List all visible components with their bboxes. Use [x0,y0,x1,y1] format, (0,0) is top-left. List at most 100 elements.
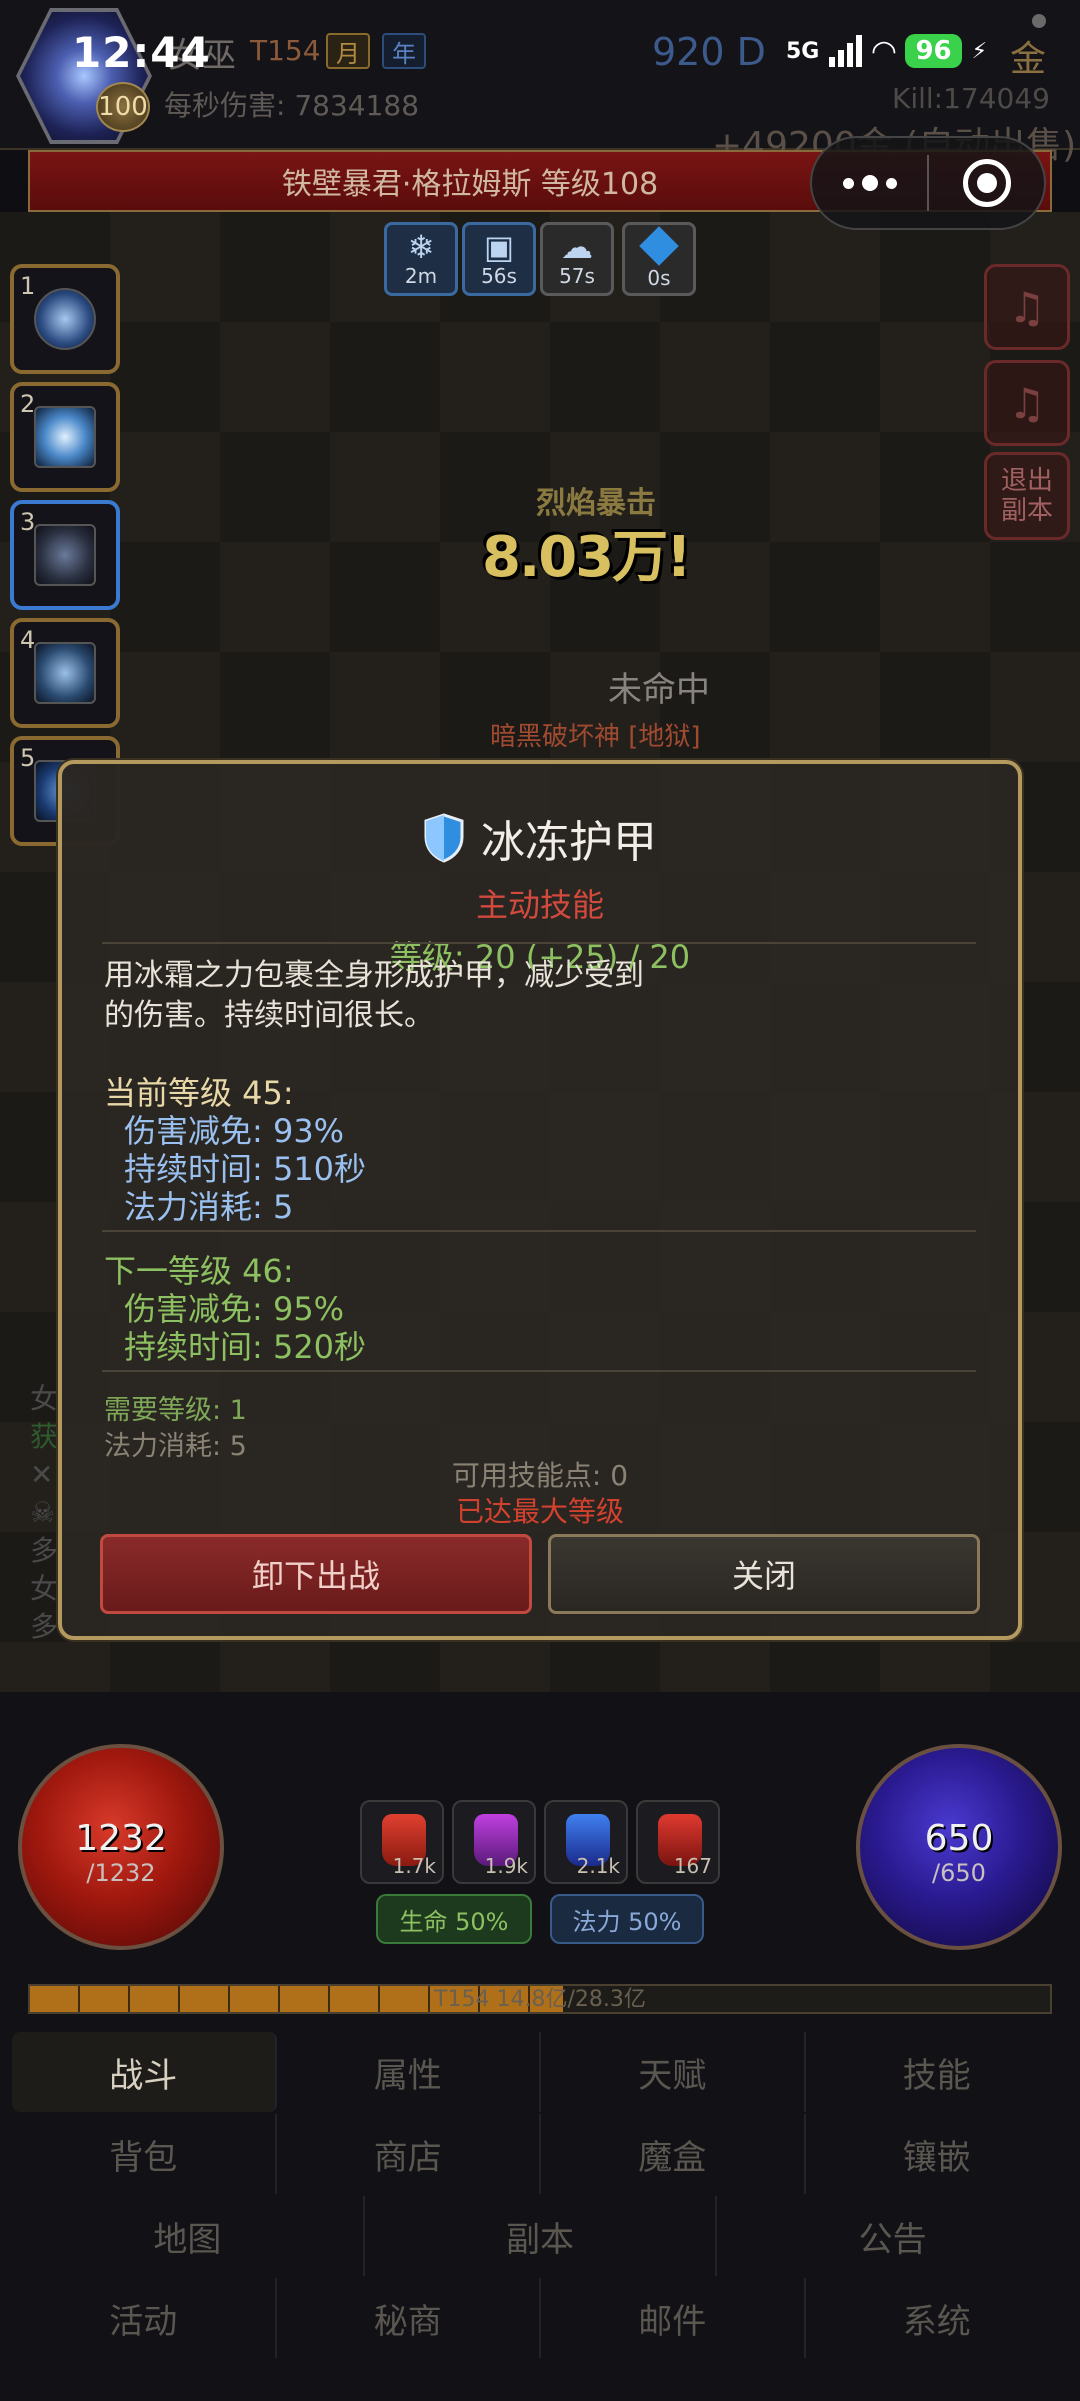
skill-description: 用冰霜之力包裹全身形成护甲，减少受到的伤害。持续时间很长。 [104,958,644,1033]
buff-timer: 2m [404,264,438,288]
mana-current: 650 [924,1818,994,1859]
cube-icon: ▣ [483,228,515,266]
nav-talents[interactable]: 天赋 [541,2032,806,2112]
armor-skill-icon [34,524,96,586]
charging-icon: ⚡ [971,38,988,64]
more-dots-icon [842,175,897,191]
rejuv-potion-slot[interactable]: 1.9k [452,1800,536,1884]
mute-music-button[interactable]: ♫ [984,264,1070,350]
top-header: 100 女巫 T154 月 年 每秒伤害: 7834188 920 D 金 Ki… [0,0,1080,166]
nav-row: 背包 商店 魔盒 镶嵌 [12,2114,1068,2194]
slot-number: 2 [20,390,36,418]
nav-battle[interactable]: 战斗 [12,2032,277,2112]
mana-potion-slot[interactable]: 2.1k [544,1800,628,1884]
log-line: ✕ [30,1458,54,1491]
skill-slot-2[interactable]: 2 [10,382,120,492]
experience-text: T154 14.8亿/28.3亿 [434,1987,646,2012]
nav-shop[interactable]: 商店 [277,2114,541,2194]
shield-icon [424,813,464,863]
current-mana-cost: 法力消耗: 5 [124,1188,294,1226]
close-button[interactable]: 关闭 [548,1534,980,1614]
nav-system[interactable]: 系统 [806,2278,1069,2358]
mana-orb: 650 /650 [856,1744,1062,1950]
snowflake-icon: ❄ [407,228,435,266]
buff-armor: ▣ 56s [462,222,536,296]
ice-shard-skill-icon [34,406,96,468]
status-clock: 12:44 [72,28,211,77]
nav-events[interactable]: 活动 [12,2278,277,2358]
target-icon [962,159,1011,207]
close-miniprogram-button[interactable] [929,138,1044,228]
buff-timer: 0s [647,266,671,290]
health-max: /1232 [86,1859,156,1887]
potion-count: 167 [673,1854,712,1878]
battery-indicator: 96 [905,34,962,68]
monthly-card-tag[interactable]: 月 [326,33,370,69]
log-line: ☠ [30,1496,56,1529]
slot-number: 5 [20,744,36,772]
divider [102,942,976,944]
skill-slot-4[interactable]: 4 [10,618,120,728]
skill-slot-1[interactable]: 1 [10,264,120,374]
nav-row: 战斗 属性 天赋 技能 [12,2032,1068,2112]
skill-type: 主动技能 [475,886,604,924]
gold-label: 金 [1010,39,1047,80]
nav-magic-box[interactable]: 魔盒 [541,2114,806,2194]
required-level: 需要等级: 1 [104,1395,247,1426]
music-off-icon: ♫ [1008,282,1046,332]
boss-title: 暗黑破坏神 [地狱] [490,722,701,752]
vortex-skill-icon [34,288,96,350]
system-status-bar: 5G ◠ 96 ⚡ [786,26,987,76]
exit-dungeon-label: 退出副本 [1000,466,1053,526]
mute-sound-button[interactable]: ♫ [984,360,1070,446]
buff-timer: 56s [481,264,517,288]
experience-bar: T154 14.8亿/28.3亿 [28,1984,1052,2014]
tier-label: T154 [250,34,321,67]
health-current: 1232 [75,1818,167,1859]
skill-points: 可用技能点: 0 [451,1459,629,1492]
nav-announcements[interactable]: 公告 [717,2196,1068,2276]
nav-attributes[interactable]: 属性 [277,2032,541,2112]
slot-number: 1 [20,272,36,300]
nav-map[interactable]: 地图 [12,2196,365,2276]
unequip-button[interactable]: 卸下出战 [100,1534,532,1614]
potion-count: 1.9k [484,1854,528,1878]
nav-row: 活动 秘商 邮件 系统 [12,2278,1068,2358]
potion-count: 1.7k [392,1854,436,1878]
health-potion-slot[interactable]: 1.7k [360,1800,444,1884]
nav-skills[interactable]: 技能 [806,2032,1069,2112]
battle-log: 女 获 ✕ ☠ 多 女 多 [30,1380,58,1646]
more-menu-button[interactable] [812,138,927,228]
exit-dungeon-button[interactable]: 退出副本 [984,452,1070,540]
auto-health-threshold[interactable]: 生命 50% [376,1894,532,1944]
frost-figure-skill-icon [34,642,96,704]
buff-timer: 57s [559,264,595,288]
elixir-slot[interactable]: 167 [636,1800,720,1884]
buff-crystal: 0s [622,222,696,296]
slot-number: 3 [20,508,36,536]
nav-dungeon[interactable]: 副本 [365,2196,718,2276]
max-level-notice: 已达最大等级 [455,1495,624,1528]
bottom-hud: 1232 /1232 650 /650 1.7k 1.9k 2.1k 167 生… [0,1692,1080,2401]
damage-float-number: 8.03万! [482,525,692,590]
slot-number: 4 [20,626,36,654]
divider [102,1370,976,1372]
level-badge: 100 [96,82,150,132]
log-line: 多 [30,1610,59,1643]
skill-slot-3[interactable]: 3 [10,500,120,610]
skill-title: 冰冻护甲 [481,817,657,868]
dps-readout: 每秒伤害: 7834188 [164,89,420,122]
nav-socketing[interactable]: 镶嵌 [806,2114,1069,2194]
auto-mana-threshold[interactable]: 法力 50% [550,1894,704,1944]
storm-cloud-icon: ☁ [561,228,593,266]
boss-name: 铁壁暴君·格拉姆斯 等级108 [281,167,659,202]
divider [102,1230,976,1232]
yearly-card-tag[interactable]: 年 [382,33,426,69]
network-label: 5G [786,38,820,64]
nav-inventory[interactable]: 背包 [12,2114,277,2194]
buff-storm: ☁ 57s [540,222,614,296]
nav-secret-shop[interactable]: 秘商 [277,2278,541,2358]
nav-mail[interactable]: 邮件 [541,2278,806,2358]
miniprogram-capsule [810,136,1046,230]
health-orb: 1232 /1232 [18,1744,224,1950]
